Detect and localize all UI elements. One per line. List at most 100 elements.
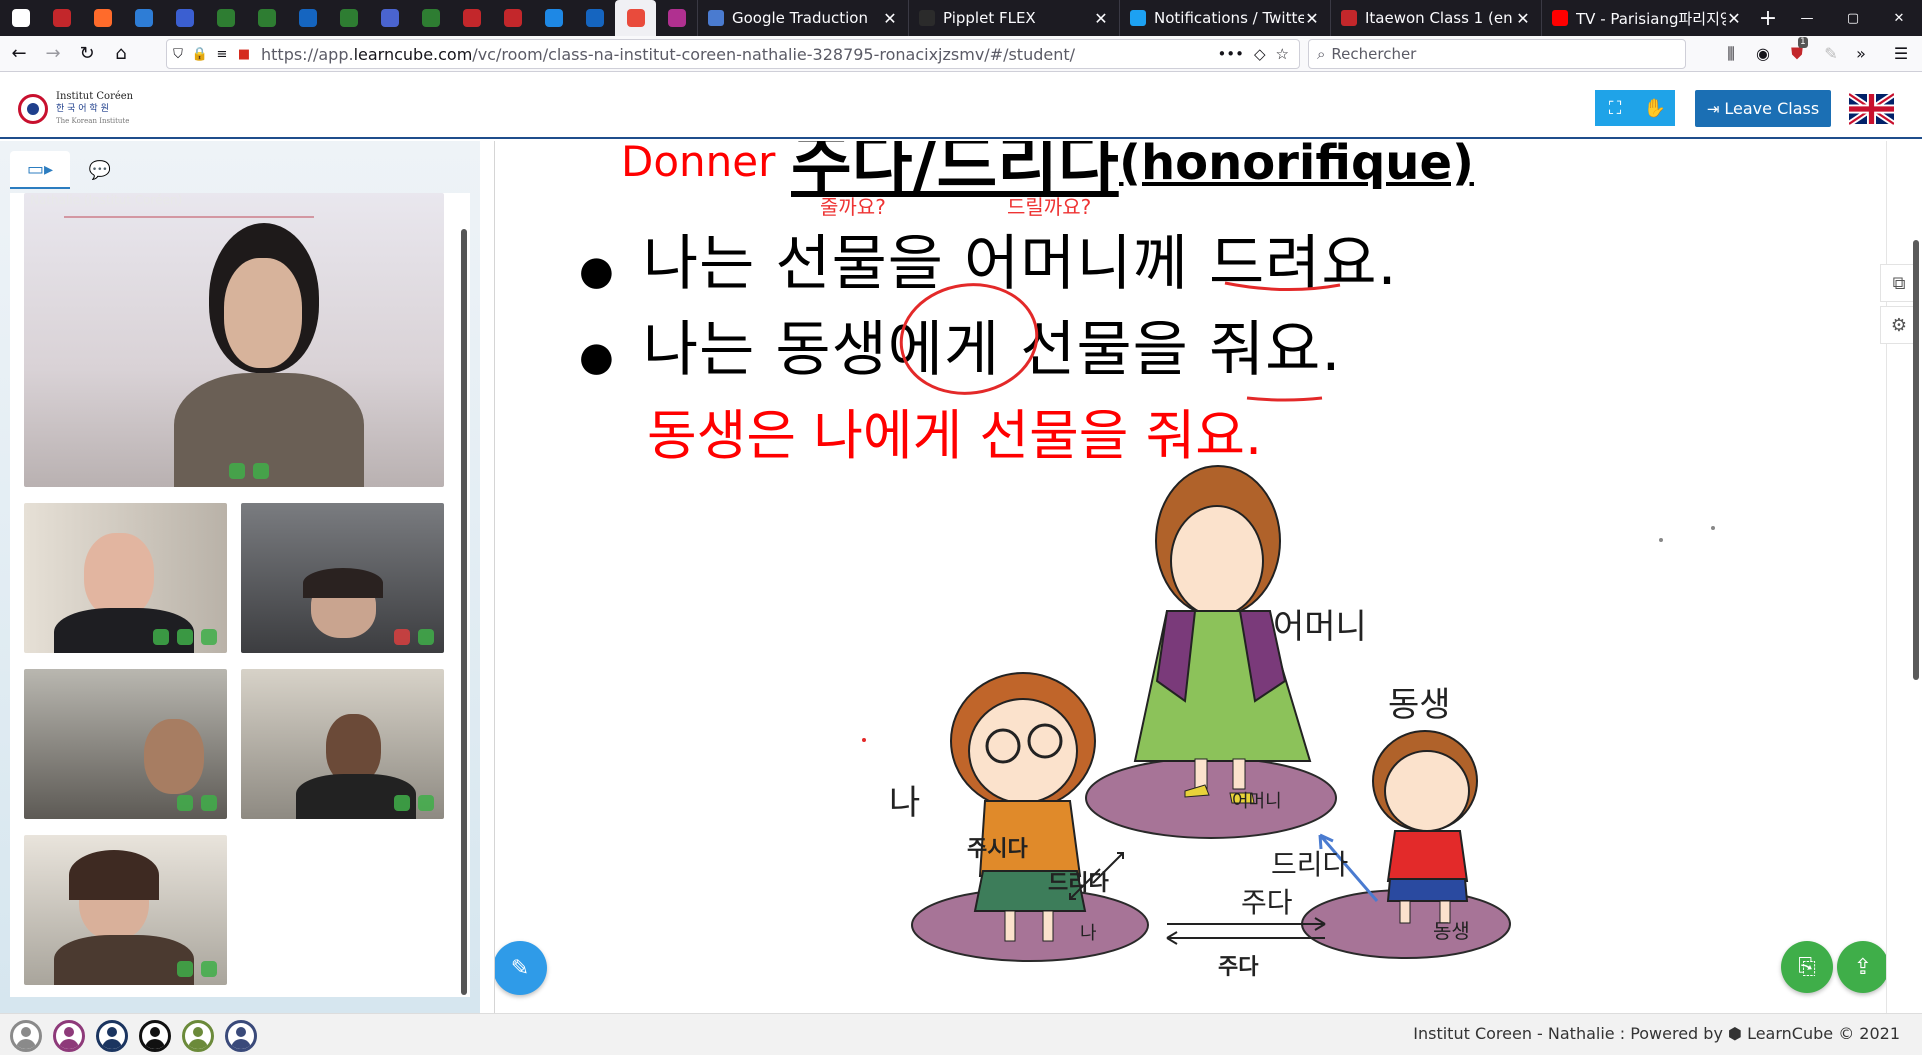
pinned-tab[interactable] [615, 0, 656, 36]
participant-avatar-icon[interactable] [139, 1020, 171, 1052]
participant-avatar-icon[interactable] [53, 1020, 85, 1052]
close-tab-icon[interactable]: ✕ [882, 9, 898, 28]
pinned-tab[interactable] [656, 0, 697, 36]
close-tab-icon[interactable]: ✕ [1726, 9, 1742, 28]
back-icon[interactable]: ← [4, 39, 34, 69]
pinned-tab[interactable] [492, 0, 533, 36]
tab-title: Pipplet FLEX [943, 9, 1036, 27]
participant-avatar-icon[interactable] [182, 1020, 214, 1052]
participant-video-2[interactable] [241, 503, 444, 653]
pinned-tab[interactable] [451, 0, 492, 36]
overflow-icon[interactable]: » [1850, 43, 1872, 65]
close-tab-icon[interactable]: ✕ [1515, 9, 1531, 28]
label-sibling: 동생 [1388, 685, 1451, 725]
lock-icon[interactable]: 🔒 [189, 47, 211, 62]
menu-icon[interactable]: ☰ [1890, 43, 1912, 65]
fullscreen-button[interactable]: ⛶ [1595, 90, 1635, 126]
logo-emblem-icon [18, 94, 48, 124]
pinned-tab[interactable] [246, 0, 287, 36]
teacher-video[interactable]: Nathalie (Institut Coréen) [24, 193, 444, 487]
panel-tabs: ▭▸ 💬 [10, 151, 470, 189]
raise-hand-button[interactable]: ✋ [1635, 90, 1675, 126]
pinned-tab[interactable] [533, 0, 574, 36]
pinned-tab[interactable] [410, 0, 451, 36]
pinned-tab[interactable] [0, 0, 41, 36]
site-favicon-icon [11, 9, 30, 27]
label-deurida-small: 드리다 [1048, 871, 1109, 896]
pinned-tab[interactable] [328, 0, 369, 36]
logo-line2: 한 국 어 학 원 [56, 104, 109, 114]
participant-video-1[interactable] [24, 503, 227, 653]
participant-video-4[interactable] [241, 669, 444, 819]
chat-icon: 💬 [88, 159, 112, 181]
copy-icon: ⧉ [1892, 272, 1906, 294]
pocket-icon[interactable]: ◇ [1254, 45, 1266, 63]
pinned-tab[interactable] [123, 0, 164, 36]
home-icon[interactable]: ⌂ [106, 39, 136, 69]
pinned-tab[interactable] [369, 0, 410, 36]
pinned-tab[interactable] [574, 0, 615, 36]
uk-flag-icon[interactable] [1849, 93, 1894, 125]
whiteboard-scrollbar[interactable] [1913, 240, 1919, 680]
participant-avatar-icon[interactable] [10, 1020, 42, 1052]
pinned-tab[interactable] [287, 0, 328, 36]
shield-icon[interactable]: ⛉ [167, 47, 189, 62]
expand-icon: ⛶ [1608, 97, 1622, 119]
tab-title: TV - Parisiang파리지앙 [1576, 9, 1726, 28]
notification-count: 1 [1798, 37, 1808, 48]
tab-list: Google Traduction ✕ Pipplet FLEX ✕ Notificat… [697, 0, 1752, 36]
participant-avatar-icon[interactable] [225, 1020, 257, 1052]
tab-title: Itaewon Class 1 (en co [1365, 9, 1515, 27]
label-juda-bottom: 주다 [1218, 955, 1259, 980]
page-actions-icon[interactable]: ••• [1217, 45, 1244, 63]
close-window-icon[interactable]: ✕ [1876, 0, 1922, 36]
close-tab-icon[interactable]: ✕ [1304, 9, 1320, 28]
close-tab-icon[interactable]: ✕ [1093, 9, 1109, 28]
pinned-tab[interactable] [82, 0, 123, 36]
participant-video-3[interactable] [24, 669, 227, 819]
label-me: 나 [889, 783, 921, 823]
forward-icon[interactable]: → [38, 39, 68, 69]
video-camera-icon: ▭▸ [26, 158, 54, 180]
hand-icon: ✋ [1643, 97, 1667, 119]
tab-favicon-icon [1552, 10, 1568, 26]
maximize-icon[interactable]: ▢ [1830, 0, 1876, 36]
tab-chat[interactable]: 💬 [70, 151, 130, 189]
whiteboard[interactable]: Donner 주다/드리다 (honorifique) 줄까요? 드릴까요? ●… [494, 141, 1886, 1013]
site-favicon-icon [298, 9, 317, 27]
permissions-icon[interactable]: ≡ [211, 47, 233, 62]
url-bar[interactable]: ⛉ 🔒 ≡ ■ https://app.learncube.com/vc/roo… [166, 39, 1300, 69]
browser-tab[interactable]: Pipplet FLEX ✕ [908, 0, 1119, 36]
leave-class-label: Leave Class [1724, 99, 1820, 118]
participant-avatar-icon[interactable] [96, 1020, 128, 1052]
pinned-tab[interactable] [41, 0, 82, 36]
annotate-button[interactable]: ✎ [495, 941, 547, 995]
pinned-tab[interactable] [205, 0, 246, 36]
participant-video-5[interactable] [24, 835, 227, 985]
tab-video[interactable]: ▭▸ [10, 151, 70, 189]
video-scrollbar-thumb[interactable] [461, 229, 467, 995]
label-juda-top: 주다 [1241, 886, 1293, 919]
account-icon[interactable]: ◉ [1752, 43, 1774, 65]
label-jusida: 주시다 [967, 837, 1028, 862]
minimize-icon[interactable]: — [1784, 0, 1830, 36]
leave-class-button[interactable]: ⇥ Leave Class [1695, 90, 1831, 127]
ublock-icon[interactable]: ⛊ 1 [1786, 37, 1808, 65]
gear-icon: ⚙ [1890, 314, 1908, 336]
browser-tab[interactable]: Itaewon Class 1 (en co✕ [1330, 0, 1541, 36]
camera-icon[interactable]: ■ [233, 47, 255, 62]
new-tab-button[interactable]: + [1752, 0, 1784, 36]
reload-icon[interactable]: ↻ [72, 39, 102, 69]
upload-button[interactable]: ⇪ [1837, 941, 1886, 993]
add-document-button[interactable]: ⎘ [1781, 941, 1833, 993]
extension-icon[interactable]: ✎ [1820, 43, 1842, 65]
browser-nav-bar: ← → ↻ ⌂ ⛉ 🔒 ≡ ■ https://app.learncube.co… [0, 36, 1922, 72]
bookmark-star-icon[interactable]: ☆ [1276, 45, 1289, 63]
library-icon[interactable]: ⫼ [1720, 43, 1742, 65]
pinned-tab[interactable] [164, 0, 205, 36]
browser-tab[interactable]: TV - Parisiang파리지앙 ✕ [1541, 0, 1752, 36]
browser-tab[interactable]: Google Traduction ✕ [697, 0, 908, 36]
search-input[interactable]: ⌕ Rechercher [1308, 39, 1686, 69]
browser-tab[interactable]: Notifications / Twitter ✕ [1119, 0, 1330, 36]
url-text[interactable]: https://app.learncube.com/vc/room/class-… [261, 45, 1075, 64]
